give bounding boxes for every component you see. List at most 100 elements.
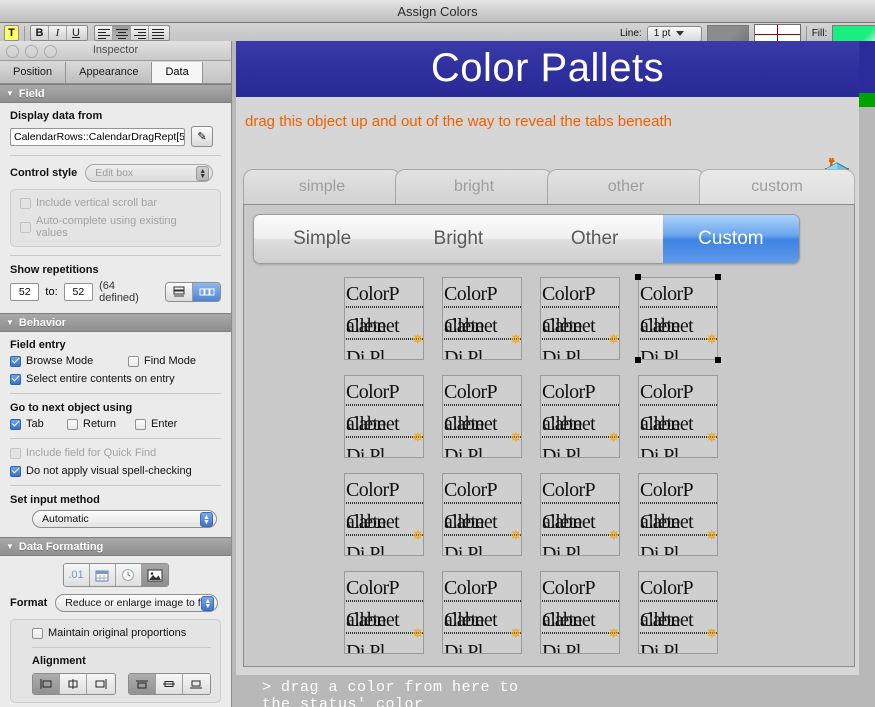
- spell-check-row[interactable]: Do not apply visual spell-checking: [10, 465, 221, 477]
- repetitions-horizontal-icon[interactable]: [193, 283, 220, 301]
- date-format-icon[interactable]: [89, 564, 116, 586]
- tab-position[interactable]: Position: [0, 62, 67, 83]
- section-header-field[interactable]: ▼ Field: [0, 84, 231, 103]
- segment-custom[interactable]: Custom: [662, 215, 799, 263]
- horizontal-alignment-group[interactable]: [32, 673, 116, 695]
- fill-color-swatch[interactable]: [832, 24, 875, 43]
- resize-handle-br[interactable]: [715, 357, 721, 363]
- edit-pencil-icon[interactable]: ✎: [191, 126, 213, 147]
- resize-handle-tl[interactable]: [635, 274, 641, 280]
- align-h-right-icon[interactable]: [87, 674, 115, 694]
- segment-bright[interactable]: Bright: [390, 215, 527, 263]
- display-data-from-field[interactable]: CalendarRows::CalendarDragRept[52]: [10, 127, 185, 146]
- palette-cell[interactable]: ColorP allete Cabnet Di Pl ✵: [540, 571, 620, 654]
- palette-cell[interactable]: ColorP allete Cabnet Di Pl ✵: [540, 375, 620, 458]
- folder-tab-custom[interactable]: custom: [699, 169, 855, 205]
- line-width-select[interactable]: 1 pt: [646, 25, 702, 42]
- format-type-group[interactable]: .01: [62, 563, 169, 587]
- palette-cell[interactable]: ColorP allete Cabnet Di Pl ✵: [344, 375, 424, 458]
- palette-cell[interactable]: ColorP allete Cabnet Di Pl ✵: [442, 473, 522, 556]
- italic-button[interactable]: I: [49, 26, 67, 40]
- palette-cell[interactable]: ColorP allete Cabnet Di Pl ✵: [344, 571, 424, 654]
- quick-find-checkbox[interactable]: [10, 447, 21, 459]
- text-tool-button[interactable]: T: [4, 25, 19, 41]
- find-mode-row[interactable]: Find Mode: [128, 355, 196, 367]
- folder-tab-bright[interactable]: bright: [395, 169, 553, 205]
- include-scrollbar-checkbox-row[interactable]: Include vertical scroll bar: [20, 197, 211, 209]
- palette-cell[interactable]: ColorP allete Cabnet Di Pl ✵: [442, 277, 522, 360]
- align-v-bottom-icon[interactable]: [182, 674, 210, 694]
- tab-data[interactable]: Data: [152, 62, 203, 83]
- inspector-tabs: Position Appearance Data: [0, 61, 231, 84]
- section-header-behavior[interactable]: ▼ Behavior: [0, 313, 231, 332]
- autocomplete-checkbox[interactable]: [20, 221, 31, 233]
- palette-cell[interactable]: ColorP allete Cabnet Di Pl ✵: [344, 473, 424, 556]
- enter-key-row[interactable]: Enter: [135, 418, 177, 430]
- align-left-icon[interactable]: [95, 26, 113, 40]
- maintain-proportions-label: Maintain original proportions: [48, 627, 187, 639]
- palette-cell[interactable]: ColorP allete Cabnet Di Pl ✵: [638, 571, 718, 654]
- return-key-checkbox[interactable]: [67, 418, 78, 430]
- quick-find-row[interactable]: Include field for Quick Find: [10, 447, 221, 459]
- repetitions-from-input[interactable]: 52: [10, 283, 40, 301]
- tab-key-row[interactable]: Tab: [10, 418, 67, 430]
- include-scrollbar-checkbox[interactable]: [20, 197, 31, 209]
- segment-simple[interactable]: Simple: [254, 215, 391, 263]
- palette-cell[interactable]: ColorP allete Cabnet Di Pl ✵: [344, 277, 424, 360]
- time-format-icon[interactable]: [115, 564, 142, 586]
- number-format-icon[interactable]: .01: [63, 564, 90, 586]
- tab-key-checkbox[interactable]: [10, 418, 21, 430]
- align-h-left-icon[interactable]: [33, 674, 61, 694]
- select-contents-row[interactable]: Select entire contents on entry: [10, 373, 221, 385]
- align-v-middle-icon[interactable]: [155, 674, 183, 694]
- maintain-proportions-checkbox[interactable]: [32, 627, 43, 639]
- align-h-center-icon[interactable]: [60, 674, 88, 694]
- text-style-group[interactable]: B I U: [30, 25, 88, 41]
- palette-cell[interactable]: ColorP allete Cabnet Di Pl ✵: [638, 473, 718, 556]
- browse-mode-row[interactable]: Browse Mode: [10, 355, 128, 367]
- vertical-alignment-group[interactable]: [127, 673, 211, 695]
- resize-handle-bl[interactable]: [635, 357, 641, 363]
- align-right-icon[interactable]: [131, 26, 149, 40]
- palette-cell[interactable]: ColorP allete Cabnet Di Pl ✵: [540, 473, 620, 556]
- align-center-icon[interactable]: [113, 26, 131, 40]
- palette-cell-selected[interactable]: ColorP allete Cabnet Di Pl ✵: [638, 277, 718, 360]
- stepper-icon-3[interactable]: ▲ ▼: [201, 596, 215, 611]
- return-key-row[interactable]: Return: [67, 418, 135, 430]
- select-contents-checkbox[interactable]: [10, 373, 21, 385]
- align-justify-icon[interactable]: [149, 26, 167, 40]
- paragraph-align-group[interactable]: [94, 25, 170, 41]
- palette-segmented-control[interactable]: Simple Bright Other Custom: [253, 214, 800, 264]
- section-header-data-formatting[interactable]: ▼ Data Formatting: [0, 537, 231, 556]
- control-style-select[interactable]: Edit box ▲ ▼: [85, 164, 214, 182]
- palette-cell[interactable]: ColorP allete Cabnet Di Pl ✵: [540, 277, 620, 360]
- palette-cell[interactable]: ColorP allete Cabnet Di Pl ✵: [442, 375, 522, 458]
- spell-check-checkbox[interactable]: [10, 465, 21, 477]
- repetitions-to-input[interactable]: 52: [63, 283, 94, 301]
- folder-tab-strip[interactable]: simple bright other custom: [243, 169, 855, 205]
- palette-cell[interactable]: ColorP allete Cabnet Di Pl ✵: [442, 571, 522, 654]
- underline-button[interactable]: U: [67, 26, 85, 40]
- find-mode-checkbox[interactable]: [128, 355, 139, 367]
- alignment-buttons[interactable]: [20, 673, 211, 695]
- repetition-orientation-group[interactable]: [165, 282, 221, 302]
- repetitions-vertical-icon[interactable]: [166, 283, 194, 301]
- folder-tab-simple[interactable]: simple: [243, 169, 401, 205]
- stepper-icon[interactable]: ▲ ▼: [196, 166, 210, 181]
- graphic-format-icon[interactable]: [141, 564, 168, 586]
- palette-cell[interactable]: ColorP allete Cabnet Di Pl ✵: [638, 375, 718, 458]
- align-v-top-icon[interactable]: [128, 674, 156, 694]
- browse-mode-checkbox[interactable]: [10, 355, 21, 367]
- input-method-select[interactable]: Automatic ▲ ▼: [32, 510, 217, 528]
- tab-appearance[interactable]: Appearance: [66, 62, 153, 83]
- autocomplete-checkbox-row[interactable]: Auto-complete using existing values: [20, 215, 211, 239]
- line-color-swatch[interactable]: [706, 25, 749, 42]
- format-select[interactable]: Reduce or enlarge image to fit ▲ ▼: [55, 594, 219, 612]
- bold-button[interactable]: B: [31, 26, 49, 40]
- folder-tab-other[interactable]: other: [547, 169, 705, 205]
- stepper-icon-2[interactable]: ▲ ▼: [200, 512, 213, 527]
- resize-handle-tr[interactable]: [715, 274, 721, 280]
- maintain-proportions-row[interactable]: Maintain original proportions: [20, 627, 211, 639]
- segment-other[interactable]: Other: [526, 215, 663, 263]
- enter-key-checkbox[interactable]: [135, 418, 146, 430]
